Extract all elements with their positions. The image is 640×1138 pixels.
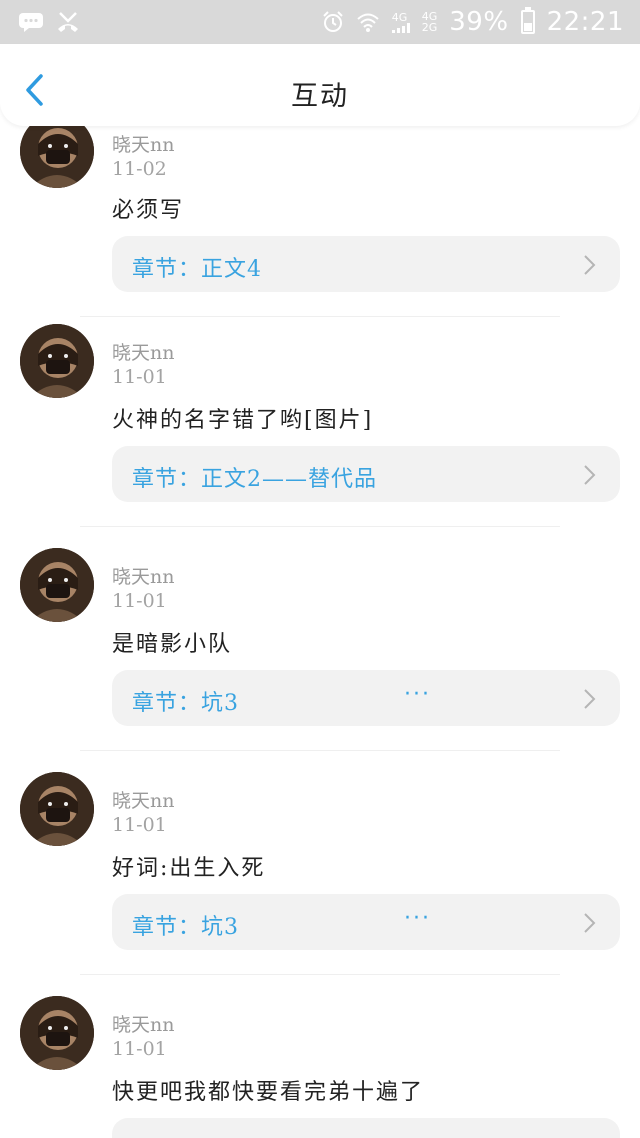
avatar[interactable]: [20, 324, 94, 398]
signal-1-label: 4G: [391, 10, 408, 24]
comment-date: 11-01: [112, 590, 167, 612]
battery-percent: 39%: [449, 7, 509, 37]
status-bar-left: [18, 11, 80, 33]
comment-text: 好词:出生入死: [112, 856, 266, 881]
missed-call-icon: [56, 11, 80, 33]
page-title: 互动: [291, 81, 349, 112]
comment-item: 晓天nn 11-01 好词:出生入死 章节：坑3 ···: [0, 686, 640, 975]
username: 晓天nn: [112, 342, 175, 364]
comment-text: 快更吧我都快要看完弟十遍了: [112, 1080, 425, 1105]
comment-list[interactable]: 晓天nn 11-02 必须写 章节：正文4 晓天nn 11-01 火神的名字错了…: [0, 126, 640, 1138]
chapter-link[interactable]: [112, 1118, 620, 1138]
signal-1-icon: 4G: [391, 10, 410, 33]
username: 晓天nn: [112, 134, 175, 156]
username: 晓天nn: [112, 790, 175, 812]
comment-item: 晓天nn 11-01 火神的名字错了哟[图片] 章节：正文2——替代品: [0, 238, 640, 527]
clock: 22:21: [546, 7, 624, 37]
comment-date: 11-01: [112, 814, 167, 836]
signal-2-icon: 4G 2G: [422, 11, 438, 33]
avatar[interactable]: [20, 996, 94, 1070]
message-icon: [18, 12, 44, 32]
username: 晓天nn: [112, 566, 175, 588]
status-bar: 4G 4G 2G 39% 22:21: [0, 0, 640, 44]
alarm-icon: [322, 11, 344, 33]
comment-text: 火神的名字错了哟[图片]: [112, 408, 374, 433]
comment-text: 是暗影小队: [112, 632, 233, 657]
comment-item: 晓天nn 11-02 必须写 章节：正文4: [0, 126, 640, 317]
comment-item: 晓天nn 11-01 快更吧我都快要看完弟十遍了: [0, 910, 640, 1138]
wifi-icon: [356, 11, 380, 33]
status-bar-right: 4G 4G 2G 39% 22:21: [322, 7, 624, 37]
avatar[interactable]: [20, 548, 94, 622]
comment-text: 必须写: [112, 198, 185, 223]
comment-date: 11-02: [112, 158, 167, 180]
avatar[interactable]: [20, 772, 94, 846]
comment-date: 11-01: [112, 366, 167, 388]
nav-bar: 互动: [0, 44, 640, 126]
comment-date: 11-01: [112, 1038, 167, 1060]
battery-icon: [520, 7, 535, 34]
avatar[interactable]: [20, 126, 94, 188]
comment-item: 晓天nn 11-01 是暗影小队 章节：坑3 ···: [0, 462, 640, 751]
username: 晓天nn: [112, 1014, 175, 1036]
signal-2-bottom-label: 2G: [421, 21, 438, 34]
